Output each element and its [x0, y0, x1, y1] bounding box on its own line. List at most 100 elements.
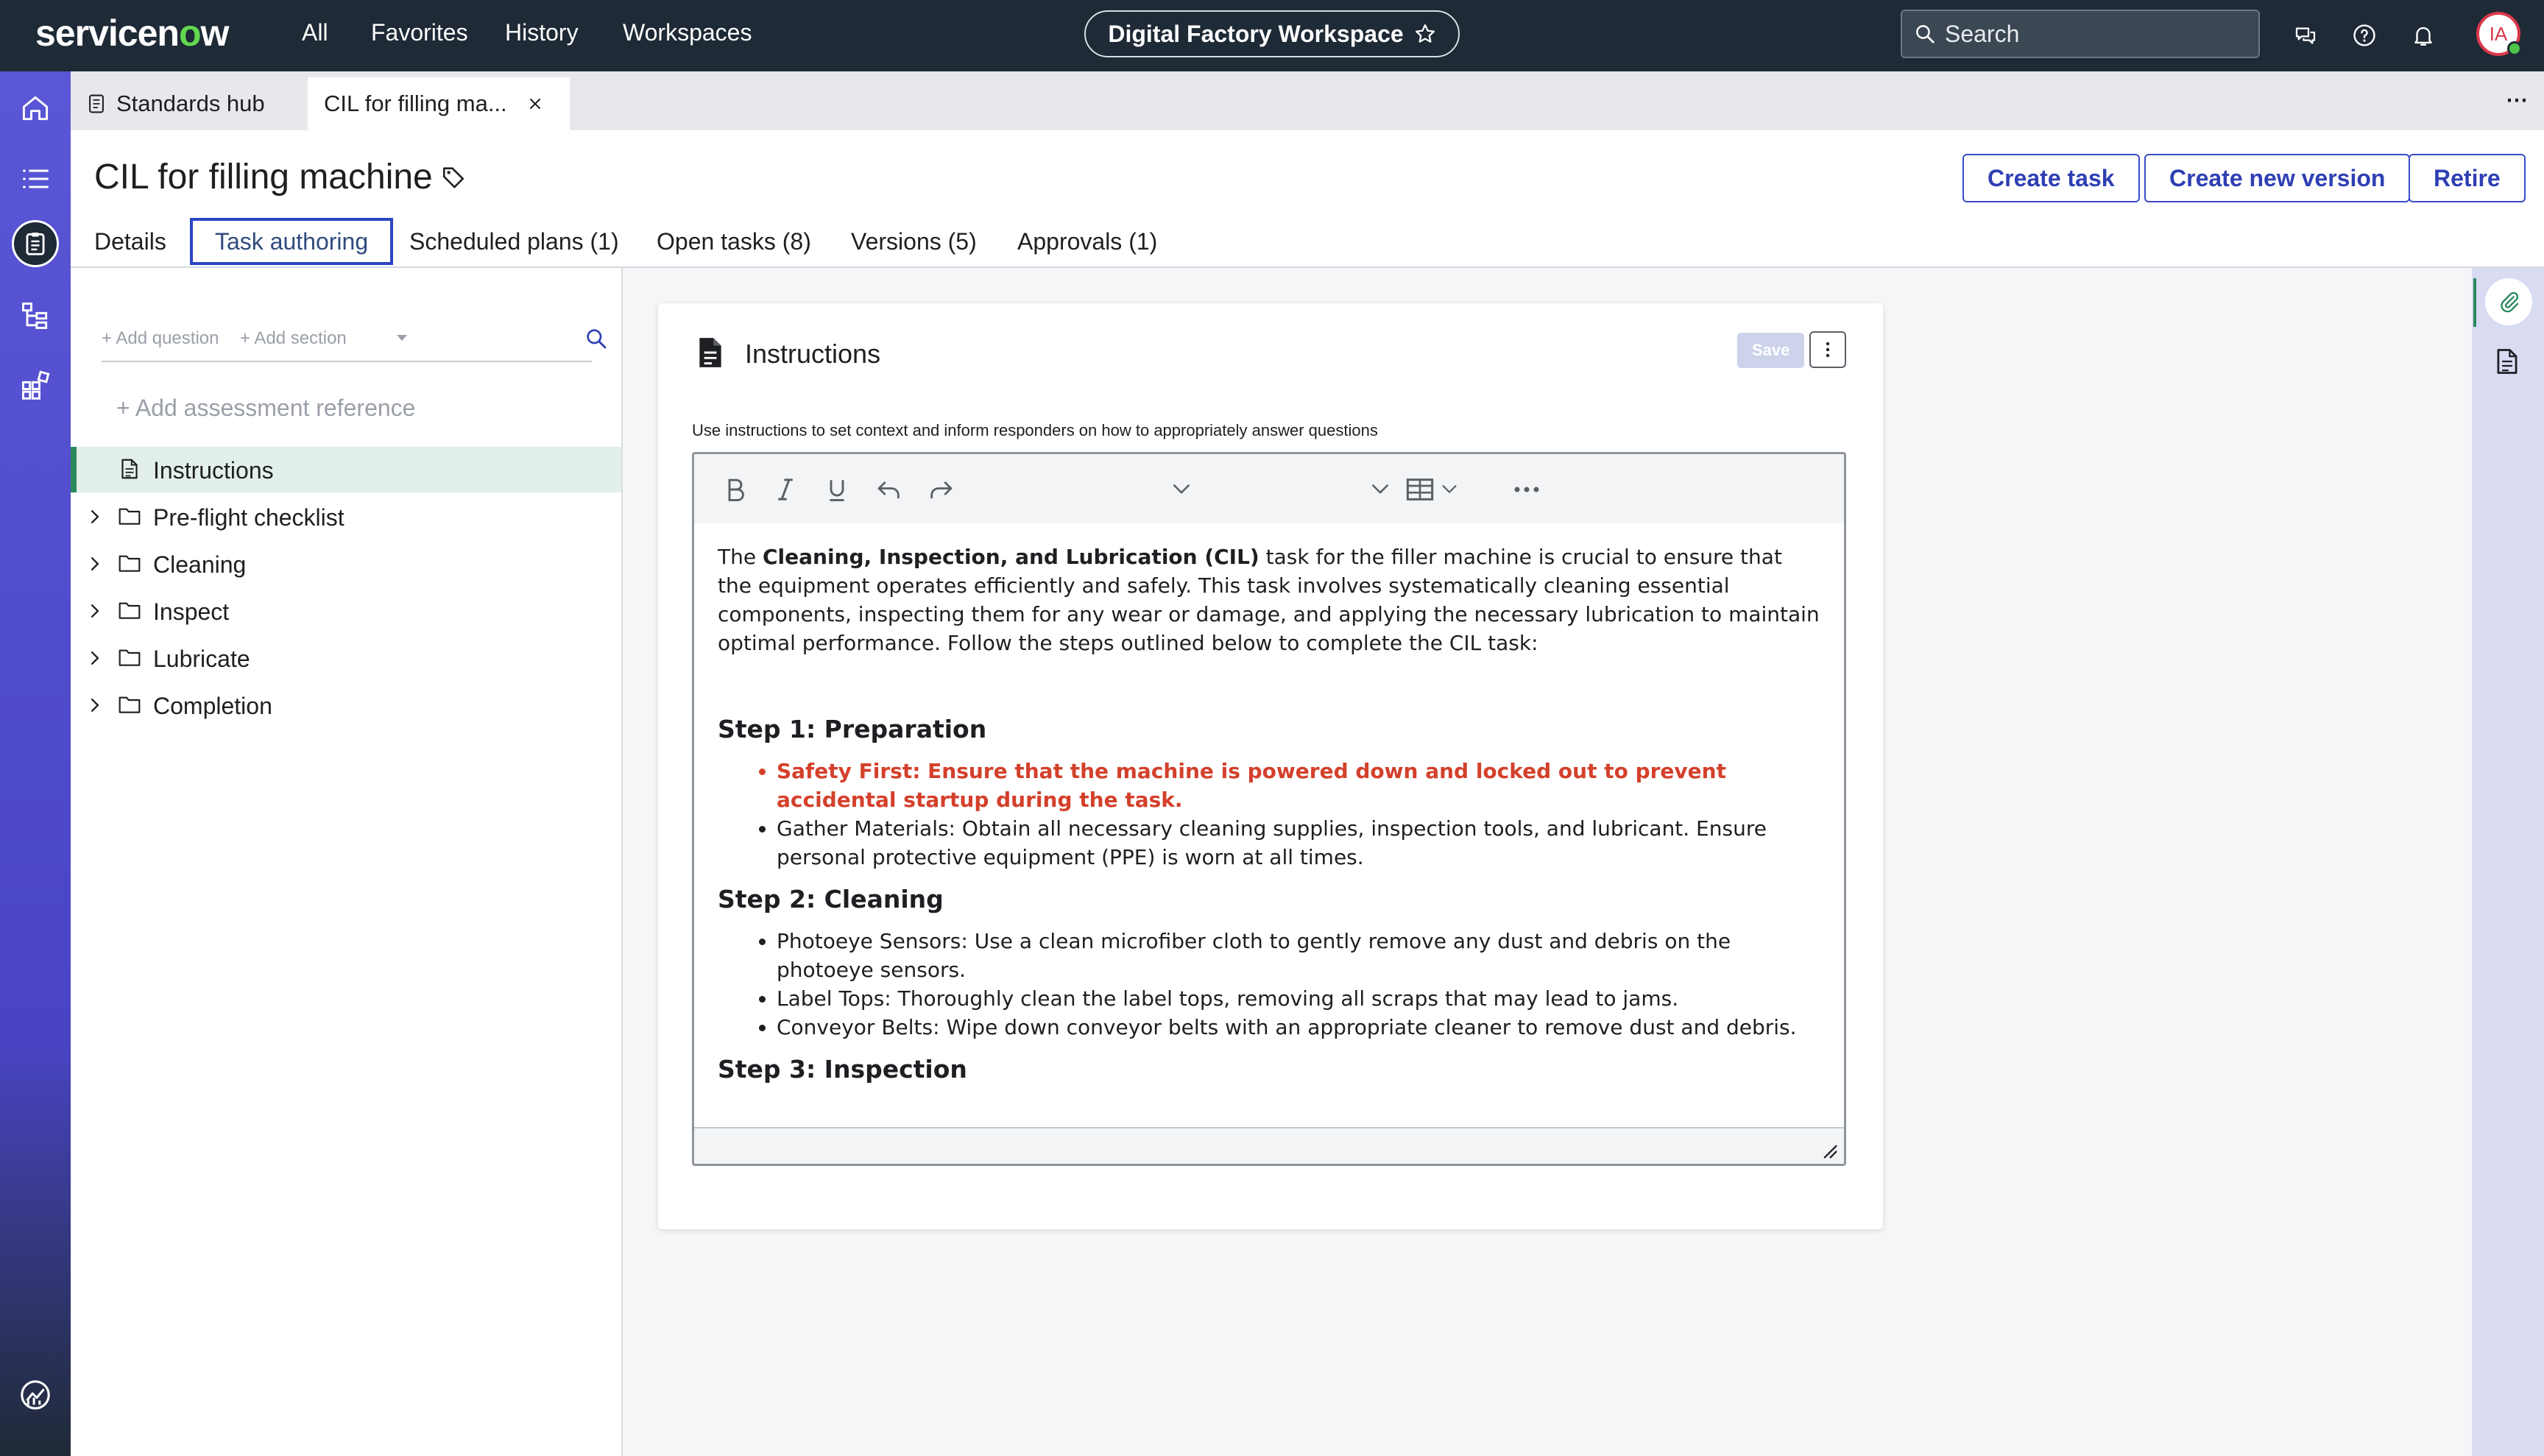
block-format-dropdown[interactable]: [1171, 475, 1192, 504]
more-tools-icon[interactable]: [1513, 475, 1541, 504]
tree-item-completion[interactable]: Completion: [71, 682, 621, 728]
list-icon[interactable]: [12, 155, 59, 202]
close-icon[interactable]: [528, 96, 543, 111]
star-icon[interactable]: [1414, 23, 1436, 45]
chevron-right-icon[interactable]: [85, 601, 105, 621]
avatar-initials: IA: [2489, 22, 2508, 45]
list-item: Safety First: Ensure that the machine is…: [777, 757, 1822, 814]
tag-icon[interactable]: [441, 164, 466, 189]
editor-toolbar: [694, 454, 1844, 523]
servicenow-logo[interactable]: servicenow: [35, 12, 229, 54]
folder-icon: [118, 552, 141, 574]
chevron-right-icon[interactable]: [85, 648, 105, 668]
record-tab-bar: Standards hub CIL for filling ma... ⋯: [71, 71, 2544, 130]
tree-item-label: Pre-flight checklist: [153, 504, 344, 531]
presence-dot: [2507, 41, 2522, 56]
tree-item-label: Lubricate: [153, 646, 250, 672]
bold-icon[interactable]: [724, 475, 747, 504]
page-title: CIL for filling machine: [94, 158, 433, 197]
chevron-down-icon[interactable]: [1441, 475, 1458, 504]
add-section-button[interactable]: + Add section: [240, 328, 347, 349]
analytics-icon[interactable]: [12, 1371, 59, 1418]
contextual-side-rail: [2472, 268, 2544, 1456]
record-header: CIL for filling machine Create task Crea…: [71, 130, 2544, 268]
chevron-right-icon[interactable]: [85, 506, 105, 527]
folder-icon: [118, 599, 141, 621]
list-item: Gather Materials: Obtain all necessary c…: [777, 814, 1822, 872]
intro-paragraph: The Cleaning, Inspection, and Lubricatio…: [718, 545, 1820, 655]
tab-versions[interactable]: Versions (5): [829, 218, 999, 265]
nav-workspaces[interactable]: Workspaces: [623, 19, 752, 46]
hierarchy-icon[interactable]: [12, 292, 59, 339]
clipboard-icon[interactable]: [12, 220, 59, 267]
tab-scheduled-plans[interactable]: Scheduled plans (1): [387, 218, 641, 265]
undo-icon[interactable]: [875, 475, 903, 504]
save-button[interactable]: Save: [1737, 333, 1805, 368]
retire-button[interactable]: Retire: [2409, 154, 2526, 202]
instructions-hint: Use instructions to set context and info…: [692, 421, 1378, 439]
bell-icon[interactable]: [2407, 19, 2439, 52]
global-search[interactable]: [1901, 10, 2260, 58]
chevron-right-icon[interactable]: [85, 554, 105, 574]
italic-icon[interactable]: [775, 475, 796, 504]
create-new-version-button[interactable]: Create new version: [2144, 154, 2411, 202]
underline-icon[interactable]: [825, 475, 849, 504]
step2-list: Photoeye Sensors: Use a clean microfiber…: [718, 927, 1822, 1042]
nav-all[interactable]: All: [302, 19, 328, 46]
tree-item-instructions[interactable]: Instructions: [71, 447, 621, 492]
search-icon[interactable]: [584, 327, 608, 350]
tab-task-authoring[interactable]: Task authoring: [190, 218, 394, 265]
folder-icon: [118, 646, 141, 668]
nav-history[interactable]: History: [505, 19, 579, 46]
tab-details[interactable]: Details: [72, 218, 188, 265]
instructions-card: Instructions Save Use instructions to se…: [658, 303, 1883, 1229]
user-avatar[interactable]: IA: [2476, 12, 2522, 56]
table-icon[interactable]: [1405, 475, 1435, 504]
folder-icon: [118, 505, 141, 527]
tab-standards-hub[interactable]: Standards hub: [71, 77, 281, 130]
add-question-button[interactable]: + Add question: [102, 328, 219, 349]
more-options-button[interactable]: [1809, 331, 1846, 368]
attachment-icon[interactable]: [2485, 278, 2532, 325]
home-icon[interactable]: [12, 85, 59, 132]
nav-favorites[interactable]: Favorites: [371, 19, 468, 46]
list-item: Label Tops: Thoroughly clean the label t…: [777, 984, 1822, 1013]
chat-icon[interactable]: [2289, 19, 2322, 52]
tree-item-label: Completion: [153, 693, 272, 719]
caret-down-icon[interactable]: [395, 333, 409, 343]
add-assessment-reference-button[interactable]: + Add assessment reference: [116, 395, 415, 422]
resize-handle-icon[interactable]: [1819, 1140, 1838, 1159]
document-icon: [695, 336, 726, 370]
help-icon[interactable]: [2348, 19, 2381, 52]
chevron-right-icon[interactable]: [85, 695, 105, 715]
tab-approvals[interactable]: Approvals (1): [995, 218, 1179, 265]
rich-text-editor[interactable]: The Cleaning, Inspection, and Lubricatio…: [692, 452, 1846, 1166]
more-tabs-icon[interactable]: ⋯: [2506, 88, 2529, 113]
create-task-button[interactable]: Create task: [1962, 154, 2140, 202]
active-indicator: [2473, 278, 2476, 327]
tree-item-lubricate[interactable]: Lubricate: [71, 635, 621, 681]
redo-icon[interactable]: [927, 475, 955, 504]
tab-cil-record[interactable]: CIL for filling ma...: [308, 77, 570, 130]
editor-content[interactable]: The Cleaning, Inspection, and Lubricatio…: [718, 543, 1822, 1084]
authoring-toolbar: + Add question + Add section: [102, 322, 607, 362]
workspace-pill[interactable]: Digital Factory Workspace: [1084, 10, 1460, 57]
document-icon: [119, 458, 140, 480]
search-icon: [1914, 23, 1936, 45]
tree-item-label: Instructions: [153, 457, 274, 484]
workspace-name: Digital Factory Workspace: [1108, 20, 1404, 47]
top-navigation-bar: servicenow All Favorites History Workspa…: [0, 0, 2544, 71]
apps-icon[interactable]: [12, 361, 59, 409]
tree-item-inspect[interactable]: Inspect: [71, 588, 621, 634]
tab-cil-record-label: CIL for filling ma...: [324, 91, 507, 116]
card-title: Instructions: [745, 339, 881, 369]
step1-heading: Step 1: Preparation: [718, 715, 987, 743]
tree-item-label: Cleaning: [153, 551, 247, 578]
font-size-dropdown[interactable]: [1370, 475, 1391, 504]
tree-item-cleaning[interactable]: Cleaning: [71, 541, 621, 587]
document-icon[interactable]: [2494, 347, 2520, 375]
tree-item-pre-flight-checklist[interactable]: Pre-flight checklist: [71, 494, 621, 540]
tab-open-tasks[interactable]: Open tasks (8): [635, 218, 833, 265]
search-input[interactable]: [1945, 20, 2239, 48]
folder-icon: [118, 693, 141, 715]
